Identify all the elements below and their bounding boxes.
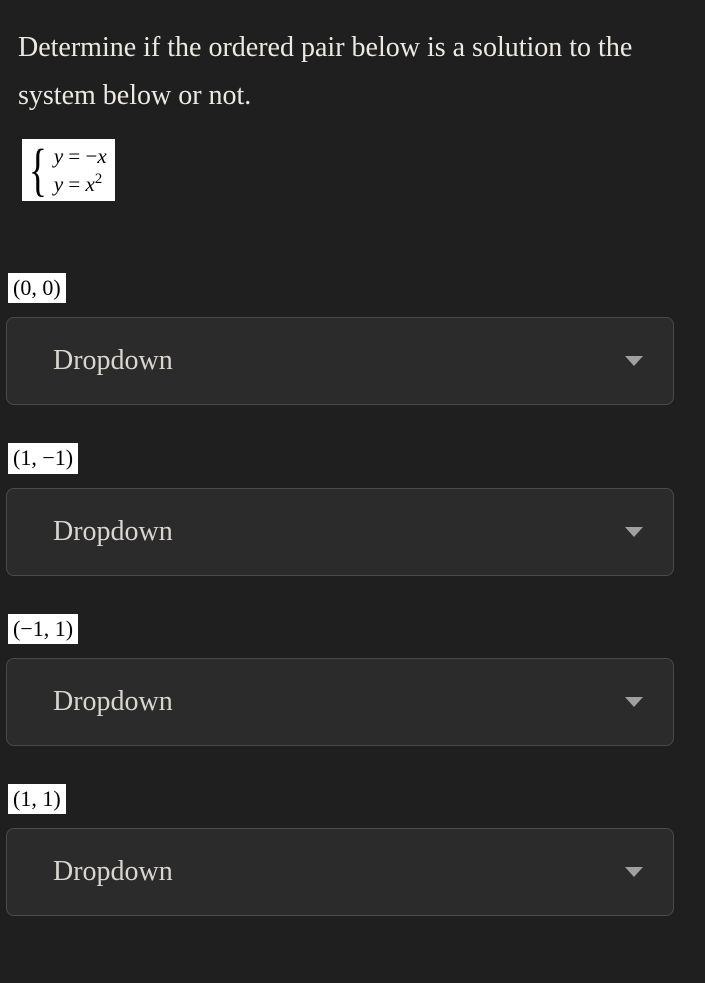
equation-1: y = −x — [54, 144, 107, 169]
dropdown-label: Dropdown — [53, 345, 173, 377]
answer-block-1: (1, −1) Dropdown — [6, 443, 699, 575]
dropdown-3[interactable]: Dropdown — [6, 828, 674, 916]
chevron-down-icon — [625, 356, 643, 366]
system-of-equations: { y = −x y = x2 — [22, 139, 115, 201]
dropdown-label: Dropdown — [53, 516, 173, 548]
chevron-down-icon — [625, 697, 643, 707]
answer-block-2: (−1, 1) Dropdown — [6, 614, 699, 746]
chevron-down-icon — [625, 527, 643, 537]
answer-block-3: (1, 1) Dropdown — [6, 784, 699, 916]
dropdown-2[interactable]: Dropdown — [6, 658, 674, 746]
ordered-pair-3: (1, 1) — [8, 784, 66, 814]
left-brace-icon: { — [29, 141, 47, 199]
dropdown-label: Dropdown — [53, 856, 173, 888]
answer-block-0: (0, 0) Dropdown — [6, 273, 699, 405]
ordered-pair-2: (−1, 1) — [8, 614, 78, 644]
ordered-pair-1: (1, −1) — [8, 443, 78, 473]
equation-2: y = x2 — [54, 171, 107, 197]
dropdown-0[interactable]: Dropdown — [6, 317, 674, 405]
dropdown-label: Dropdown — [53, 686, 173, 718]
question-prompt: Determine if the ordered pair below is a… — [0, 0, 705, 137]
dropdown-1[interactable]: Dropdown — [6, 488, 674, 576]
chevron-down-icon — [625, 867, 643, 877]
ordered-pair-0: (0, 0) — [8, 273, 66, 303]
